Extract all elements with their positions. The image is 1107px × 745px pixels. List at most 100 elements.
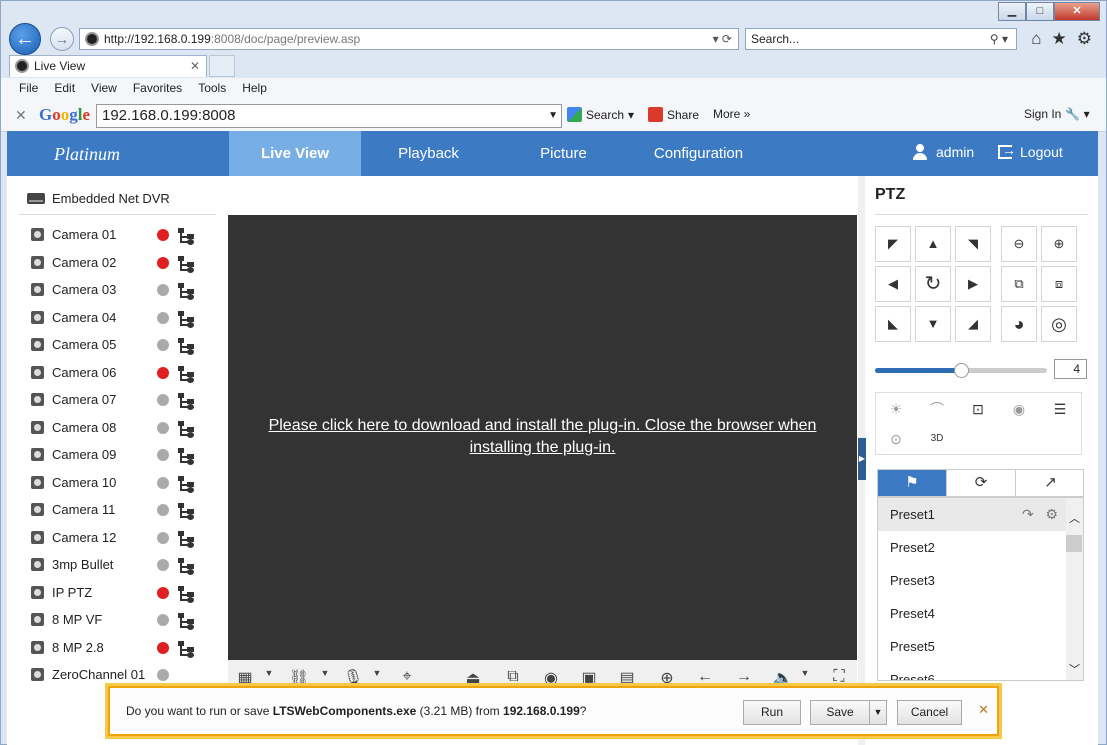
stream-select-icon[interactable] — [177, 475, 195, 493]
lens-init-icon[interactable]: ◉ — [999, 395, 1039, 423]
chevron-down-icon[interactable]: ▼ — [548, 105, 558, 127]
3d-zoom-icon[interactable]: 3D — [917, 425, 957, 453]
stream-select-icon[interactable] — [177, 255, 195, 273]
cancel-button[interactable]: Cancel — [897, 700, 962, 725]
set-preset-gear-icon[interactable]: ⚙ — [1045, 506, 1058, 522]
stream-select-icon[interactable] — [177, 392, 195, 410]
ptz-auto-rotate-icon[interactable]: ↻ — [915, 266, 951, 302]
camera-list-item[interactable]: Camera 02 — [31, 249, 201, 276]
browser-search-input[interactable]: Search... ⚲ ▾ — [745, 28, 1017, 50]
video-viewport[interactable]: Please click here to download and instal… — [228, 215, 857, 660]
stream-select-icon[interactable] — [177, 585, 195, 603]
camera-list-item[interactable]: Camera 05 — [31, 331, 201, 358]
maximize-button[interactable]: □ — [1026, 2, 1054, 21]
share-button[interactable]: Share — [648, 107, 699, 122]
menu-favorites[interactable]: Favorites — [125, 78, 190, 99]
minimize-button[interactable]: ▁ — [998, 2, 1026, 21]
speed-slider-knob[interactable] — [954, 363, 969, 378]
plugin-download-link[interactable]: Please click here to download and instal… — [228, 415, 857, 459]
more-button[interactable]: More » — [713, 107, 750, 121]
refresh-icon[interactable]: ▾ ⟳ — [713, 29, 732, 49]
speed-slider[interactable] — [875, 363, 1047, 378]
google-search-input[interactable]: 192.168.0.199:8008 ▼ — [96, 104, 562, 128]
nav-picture[interactable]: Picture — [496, 131, 631, 176]
auxiliary-focus-icon[interactable]: ⊡ — [958, 395, 998, 423]
preset-item[interactable]: Preset5 — [878, 630, 1066, 663]
forward-arrow-icon[interactable]: → — [50, 27, 74, 51]
close-notification-icon[interactable]: ✕ — [978, 702, 989, 718]
camera-list-item[interactable]: Camera 11 — [31, 496, 201, 523]
close-toolbar-icon[interactable]: ✕ — [15, 107, 27, 124]
close-window-button[interactable]: ✕ — [1054, 2, 1100, 21]
ptz-up-left-icon[interactable]: ◤ — [875, 226, 911, 262]
camera-list-item[interactable]: 8 MP VF — [31, 606, 201, 633]
stream-select-icon[interactable] — [177, 310, 195, 328]
camera-list-item[interactable]: ZeroChannel 01 — [31, 661, 201, 688]
camera-list-item[interactable]: 3mp Bullet — [31, 551, 201, 578]
ptz-right-icon[interactable]: ▶ — [955, 266, 991, 302]
ptz-down-left-icon[interactable]: ◣ — [875, 306, 911, 342]
ptz-left-icon[interactable]: ◀ — [875, 266, 911, 302]
light-icon[interactable]: ☀ — [876, 395, 916, 423]
google-search-button[interactable]: Search ▾ — [567, 107, 634, 122]
stream-select-icon[interactable] — [177, 447, 195, 465]
camera-list-item[interactable]: Camera 12 — [31, 524, 201, 551]
camera-list-item[interactable]: Camera 10 — [31, 469, 201, 496]
user-menu[interactable]: admin — [912, 144, 974, 160]
stream-select-icon[interactable] — [177, 530, 195, 548]
wrench-icon[interactable]: 🔧 ▾ — [1065, 107, 1089, 121]
call-preset-icon[interactable]: ↷ — [1022, 506, 1034, 522]
menu-lines-icon[interactable]: ☰ — [1040, 395, 1080, 423]
preset-item[interactable]: Preset1 ↷ ⚙ — [878, 498, 1066, 531]
iris-close-icon[interactable]: ◕ — [1001, 306, 1037, 342]
camera-list-item[interactable]: Camera 08 — [31, 414, 201, 441]
stream-select-icon[interactable] — [177, 612, 195, 630]
stream-select-icon[interactable] — [177, 502, 195, 520]
stream-select-icon[interactable] — [177, 282, 195, 300]
scrollbar-thumb[interactable] — [1066, 535, 1082, 552]
save-button[interactable]: Save — [810, 700, 870, 725]
preset-item[interactable]: Preset4 — [878, 597, 1066, 630]
zoom-in-icon[interactable]: ⊕ — [1041, 226, 1077, 262]
back-arrow-icon[interactable]: ← — [9, 23, 41, 55]
wiper-icon[interactable]: ⌒ — [917, 395, 957, 423]
new-tab-button[interactable] — [209, 55, 235, 77]
zoom-out-icon[interactable]: ⊖ — [1001, 226, 1037, 262]
scroll-up-icon[interactable]: ︿ — [1069, 510, 1080, 526]
camera-list-item[interactable]: Camera 03 — [31, 276, 201, 303]
preset-item[interactable]: Preset3 — [878, 564, 1066, 597]
stream-select-icon[interactable] — [177, 227, 195, 245]
ptz-up-icon[interactable]: ▲ — [915, 226, 951, 262]
camera-list-item[interactable]: Camera 01 — [31, 221, 201, 248]
stream-select-icon[interactable] — [177, 365, 195, 383]
stream-select-icon[interactable] — [177, 420, 195, 438]
run-button[interactable]: Run — [743, 700, 801, 725]
focus-near-icon[interactable]: ⧉ — [1001, 266, 1037, 302]
iris-open-icon[interactable]: ◎ — [1041, 306, 1077, 342]
close-tab-icon[interactable]: ✕ — [190, 56, 200, 76]
preset-scrollbar[interactable]: ︿ ﹀ — [1066, 498, 1083, 680]
nav-playback[interactable]: Playback — [361, 131, 496, 176]
camera-list-item[interactable]: Camera 06 — [31, 359, 201, 386]
nav-live-view[interactable]: Live View — [229, 131, 361, 176]
ptz-up-right-icon[interactable]: ◥ — [955, 226, 991, 262]
favorites-star-icon[interactable]: ★ — [1052, 29, 1067, 49]
home-icon[interactable]: ⌂ — [1031, 29, 1041, 49]
manual-track-icon[interactable]: ⊙ — [876, 425, 916, 453]
search-icon[interactable]: ⚲ ▾ — [990, 29, 1008, 49]
scroll-down-icon[interactable]: ﹀ — [1069, 661, 1080, 677]
collapse-panel-icon[interactable]: ▶ — [858, 438, 866, 480]
logout-button[interactable]: Logout — [998, 142, 1063, 160]
camera-list-item[interactable]: IP PTZ — [31, 579, 201, 606]
menu-file[interactable]: File — [11, 78, 46, 99]
device-node[interactable]: Embedded Net DVR — [27, 191, 170, 206]
save-options-chevron-icon[interactable]: ▼ — [869, 700, 887, 725]
tab-preset-flag-icon[interactable]: ⚑ — [878, 470, 947, 496]
camera-list-item[interactable]: 8 MP 2.8 — [31, 634, 201, 661]
menu-view[interactable]: View — [83, 78, 125, 99]
address-bar[interactable]: http://192.168.0.199:8008/doc/page/previ… — [79, 28, 739, 50]
ptz-down-icon[interactable]: ▼ — [915, 306, 951, 342]
stream-select-icon[interactable] — [177, 640, 195, 658]
menu-edit[interactable]: Edit — [46, 78, 83, 99]
panel-splitter[interactable]: ▶ — [858, 176, 866, 745]
